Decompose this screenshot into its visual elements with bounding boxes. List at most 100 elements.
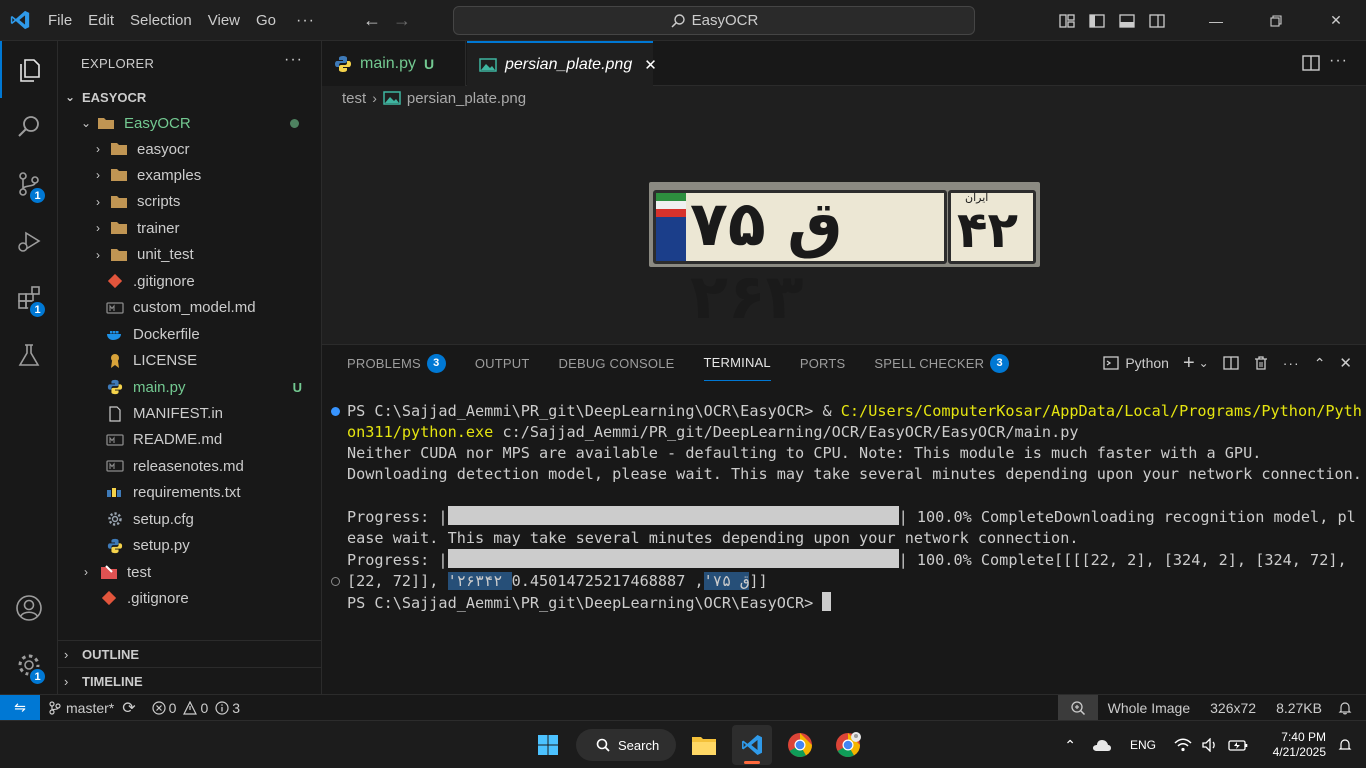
remote-indicator-icon[interactable]: ⇋ — [0, 694, 40, 721]
trash-icon[interactable] — [1253, 355, 1269, 371]
timeline-section[interactable]: › TIMELINE — [58, 667, 321, 694]
explorer-item[interactable]: › easyocr — [58, 136, 321, 162]
editor-more-button[interactable]: ··· — [1329, 52, 1348, 70]
explorer-item[interactable]: Dockerfile — [58, 321, 321, 347]
explorer-item-label: easyocr — [137, 140, 190, 158]
breadcrumb-file[interactable]: persian_plate.png — [407, 90, 526, 107]
plate-flag-strip — [656, 193, 686, 261]
explorer-item[interactable]: requirements.txt — [58, 480, 321, 506]
explorer-item[interactable]: › scripts — [58, 189, 321, 215]
explorer-item[interactable]: README.md — [58, 427, 321, 453]
manage-gear-icon[interactable]: 1 — [0, 636, 58, 693]
toggle-panel-icon[interactable] — [1112, 0, 1142, 41]
split-editor-icon[interactable] — [1302, 54, 1320, 75]
restore-button[interactable] — [1246, 0, 1306, 41]
terminal-line: on311/python.exe c:/Sajjad_Aemmi/PR_git/… — [347, 422, 1352, 443]
run-debug-icon[interactable] — [0, 212, 58, 269]
tab-spell-checker[interactable]: SPELL CHECKER 3 — [874, 345, 1010, 381]
menu-more-button[interactable]: ··· — [284, 0, 327, 41]
explorer-item[interactable]: setup.cfg — [58, 506, 321, 532]
zoom-icon[interactable] — [1057, 695, 1098, 721]
terminal-output[interactable]: PS C:\Sajjad_Aemmi\PR_git\DeepLearning\O… — [331, 401, 1362, 614]
tab-main-py-label: main.py — [360, 54, 417, 72]
image-zoom-mode[interactable]: Whole Image — [1098, 700, 1200, 716]
battery-icon[interactable] — [1228, 738, 1248, 752]
explorer-more-button[interactable]: ··· — [284, 51, 303, 69]
vscode-logo-icon[interactable] — [0, 0, 40, 41]
breadcrumb-folder[interactable]: test — [342, 90, 366, 107]
explorer-item[interactable]: .gitignore — [58, 268, 321, 294]
explorer-item[interactable]: › unit_test — [58, 242, 321, 268]
customize-layout-icon[interactable] — [1052, 0, 1082, 41]
explorer-item[interactable]: setup.py — [58, 533, 321, 559]
accounts-icon[interactable] — [0, 579, 58, 636]
split-terminal-icon[interactable] — [1223, 355, 1239, 371]
search-icon[interactable] — [0, 98, 58, 155]
explorer-item[interactable]: MANIFEST.in — [58, 401, 321, 427]
explorer-item[interactable]: custom_model.md — [58, 295, 321, 321]
tab-debug-console[interactable]: DEBUG CONSOLE — [559, 345, 675, 381]
explorer-item[interactable]: LICENSE — [58, 348, 321, 374]
folder-test[interactable]: › test — [58, 559, 321, 585]
explorer-item[interactable]: releasenotes.md — [58, 453, 321, 479]
terminal-shell-selector[interactable]: Python — [1103, 355, 1169, 371]
command-center-search[interactable]: EasyOCR — [453, 6, 975, 35]
workspace-root[interactable]: ⌄ EASYOCR — [58, 84, 321, 110]
chrome-icon[interactable] — [780, 725, 820, 765]
volume-icon[interactable] — [1202, 738, 1218, 752]
explorer-item-label: examples — [137, 166, 202, 184]
close-tab-icon[interactable]: ✕ — [644, 56, 657, 74]
maximize-panel-chevron-up-icon[interactable]: ⌃ — [1314, 355, 1326, 372]
chevron-down-icon[interactable]: ⌄ — [1199, 356, 1209, 370]
windows-start-icon[interactable] — [528, 725, 568, 765]
back-arrow-icon[interactable]: ← — [357, 10, 387, 31]
git-branch[interactable]: master* — [40, 700, 122, 716]
wifi-icon[interactable] — [1174, 738, 1192, 752]
menu-edit[interactable]: Edit — [80, 0, 122, 41]
folder-easyocr-root[interactable]: ⌄ EasyOCR — [58, 110, 321, 136]
explorer-item[interactable]: › trainer — [58, 215, 321, 241]
forward-arrow-icon[interactable]: → — [387, 10, 417, 31]
taskbar-clock[interactable]: 7:40 PM 4/21/2025 — [1258, 730, 1326, 760]
taskbar-search[interactable]: Search — [576, 729, 676, 761]
tab-ports[interactable]: PORTS — [800, 345, 846, 381]
minimize-button[interactable]: — — [1186, 0, 1246, 41]
file-root-gitignore[interactable]: .gitignore — [58, 585, 321, 611]
plate-number-text: ۷۵ ق ۲۶۳ — [690, 187, 843, 333]
explorer-item[interactable]: main.py U — [58, 374, 321, 400]
tab-terminal[interactable]: TERMINAL — [703, 345, 771, 381]
close-panel-icon[interactable]: ✕ — [1339, 354, 1352, 372]
outline-section[interactable]: › OUTLINE — [58, 640, 321, 667]
warning-icon — [183, 700, 198, 715]
tab-output[interactable]: OUTPUT — [475, 345, 530, 381]
file-explorer-icon[interactable] — [684, 725, 724, 765]
tab-main-py[interactable]: main.py U — [322, 41, 466, 86]
progress-text: | 100.0% Complete[[[[22, 2], [324, 2], [… — [898, 551, 1347, 569]
extensions-icon[interactable]: 1 — [0, 269, 58, 326]
menu-view[interactable]: View — [200, 0, 248, 41]
new-terminal-plus-icon[interactable]: + — [1183, 352, 1195, 375]
problems-status[interactable]: 0 0 3 — [144, 700, 248, 716]
menu-go[interactable]: Go — [248, 0, 284, 41]
explorer-item[interactable]: › examples — [58, 162, 321, 188]
menu-selection[interactable]: Selection — [122, 0, 200, 41]
explorer-icon[interactable] — [0, 41, 58, 98]
chevron-up-icon[interactable]: ⌃ — [1064, 737, 1076, 754]
language-indicator[interactable]: ENG — [1130, 738, 1156, 752]
close-window-button[interactable]: ✕ — [1306, 0, 1366, 41]
panel-more-button[interactable]: ··· — [1283, 355, 1300, 371]
toggle-secondary-sidebar-icon[interactable] — [1142, 0, 1172, 41]
source-control-icon[interactable]: 1 — [0, 155, 58, 212]
weather-cloud-icon[interactable] — [1092, 738, 1112, 752]
vscode-taskbar-icon[interactable] — [732, 725, 772, 765]
chrome-profile-icon[interactable] — [828, 725, 868, 765]
notification-bell-icon[interactable] — [1338, 737, 1352, 753]
toggle-sidebar-icon[interactable] — [1082, 0, 1112, 41]
testing-flask-icon[interactable] — [0, 326, 58, 383]
notifications-bell-icon[interactable] — [1332, 701, 1366, 715]
tab-problems[interactable]: PROBLEMS 3 — [347, 345, 446, 381]
tab-persian-plate[interactable]: persian_plate.png ✕ — [467, 41, 657, 86]
menu-file[interactable]: File — [40, 0, 80, 41]
sync-icon[interactable]: ⟳ — [122, 698, 143, 718]
chevron-down-icon: ⌄ — [64, 90, 76, 104]
